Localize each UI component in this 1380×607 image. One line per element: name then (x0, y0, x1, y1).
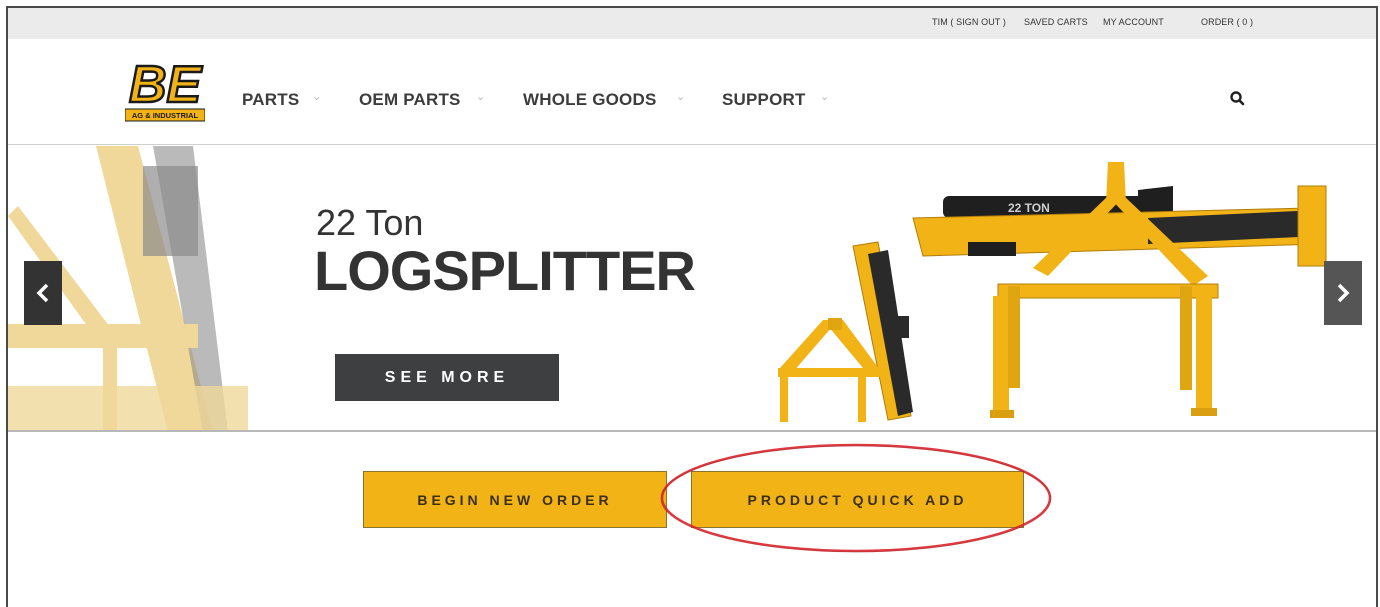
nav-whole-goods[interactable]: WHOLE GOODS (523, 90, 656, 110)
brand-logo[interactable]: BE AG & INDUSTRIAL (124, 52, 206, 122)
chevron-down-icon: ⌄ (476, 91, 486, 103)
site-header: BE AG & INDUSTRIAL PARTS ⌄ OEM PARTS ⌄ W… (8, 39, 1376, 145)
chevron-down-icon: ⌄ (820, 91, 830, 103)
search-icon[interactable] (1229, 90, 1247, 108)
begin-new-order-button[interactable]: BEGIN NEW ORDER (363, 471, 667, 528)
carousel-prev-button[interactable] (24, 261, 62, 325)
sign-out-link[interactable]: TIM ( SIGN OUT ) (932, 17, 1006, 27)
see-more-button[interactable]: SEE MORE (335, 354, 559, 401)
utility-bar: TIM ( SIGN OUT ) SAVED CARTS MY ACCOUNT … (8, 8, 1376, 39)
order-link[interactable]: ORDER ( 0 ) (1201, 17, 1253, 27)
carousel-next-button[interactable] (1324, 261, 1362, 325)
svg-text:BE: BE (129, 56, 203, 114)
nav-support[interactable]: SUPPORT (722, 90, 806, 110)
chevron-down-icon: ⌄ (312, 91, 322, 103)
browser-frame: TIM ( SIGN OUT ) SAVED CARTS MY ACCOUNT … (6, 6, 1378, 607)
chevron-right-icon (1337, 283, 1350, 303)
horizontal-logsplitter-image: 22 TON (912, 162, 1327, 418)
saved-carts-link[interactable]: SAVED CARTS (1024, 17, 1088, 27)
chevron-left-icon (36, 283, 49, 303)
my-account-link[interactable]: MY ACCOUNT (1103, 17, 1164, 27)
svg-text:AG & INDUSTRIAL: AG & INDUSTRIAL (132, 111, 199, 120)
upright-logsplitter-image (778, 241, 913, 422)
nav-oem-parts[interactable]: OEM PARTS (359, 90, 461, 110)
be-logo-graphic: BE AG & INDUSTRIAL (124, 52, 206, 122)
nav-parts[interactable]: PARTS (242, 90, 299, 110)
hero-carousel: 22 TON 22 Ton LOGSPLITTER SEE MORE (8, 146, 1376, 432)
hero-title: LOGSPLITTER (314, 239, 696, 302)
svg-text:22 TON: 22 TON (1008, 201, 1050, 215)
annotation-ellipse (660, 443, 1052, 553)
chevron-down-icon: ⌄ (676, 91, 686, 103)
